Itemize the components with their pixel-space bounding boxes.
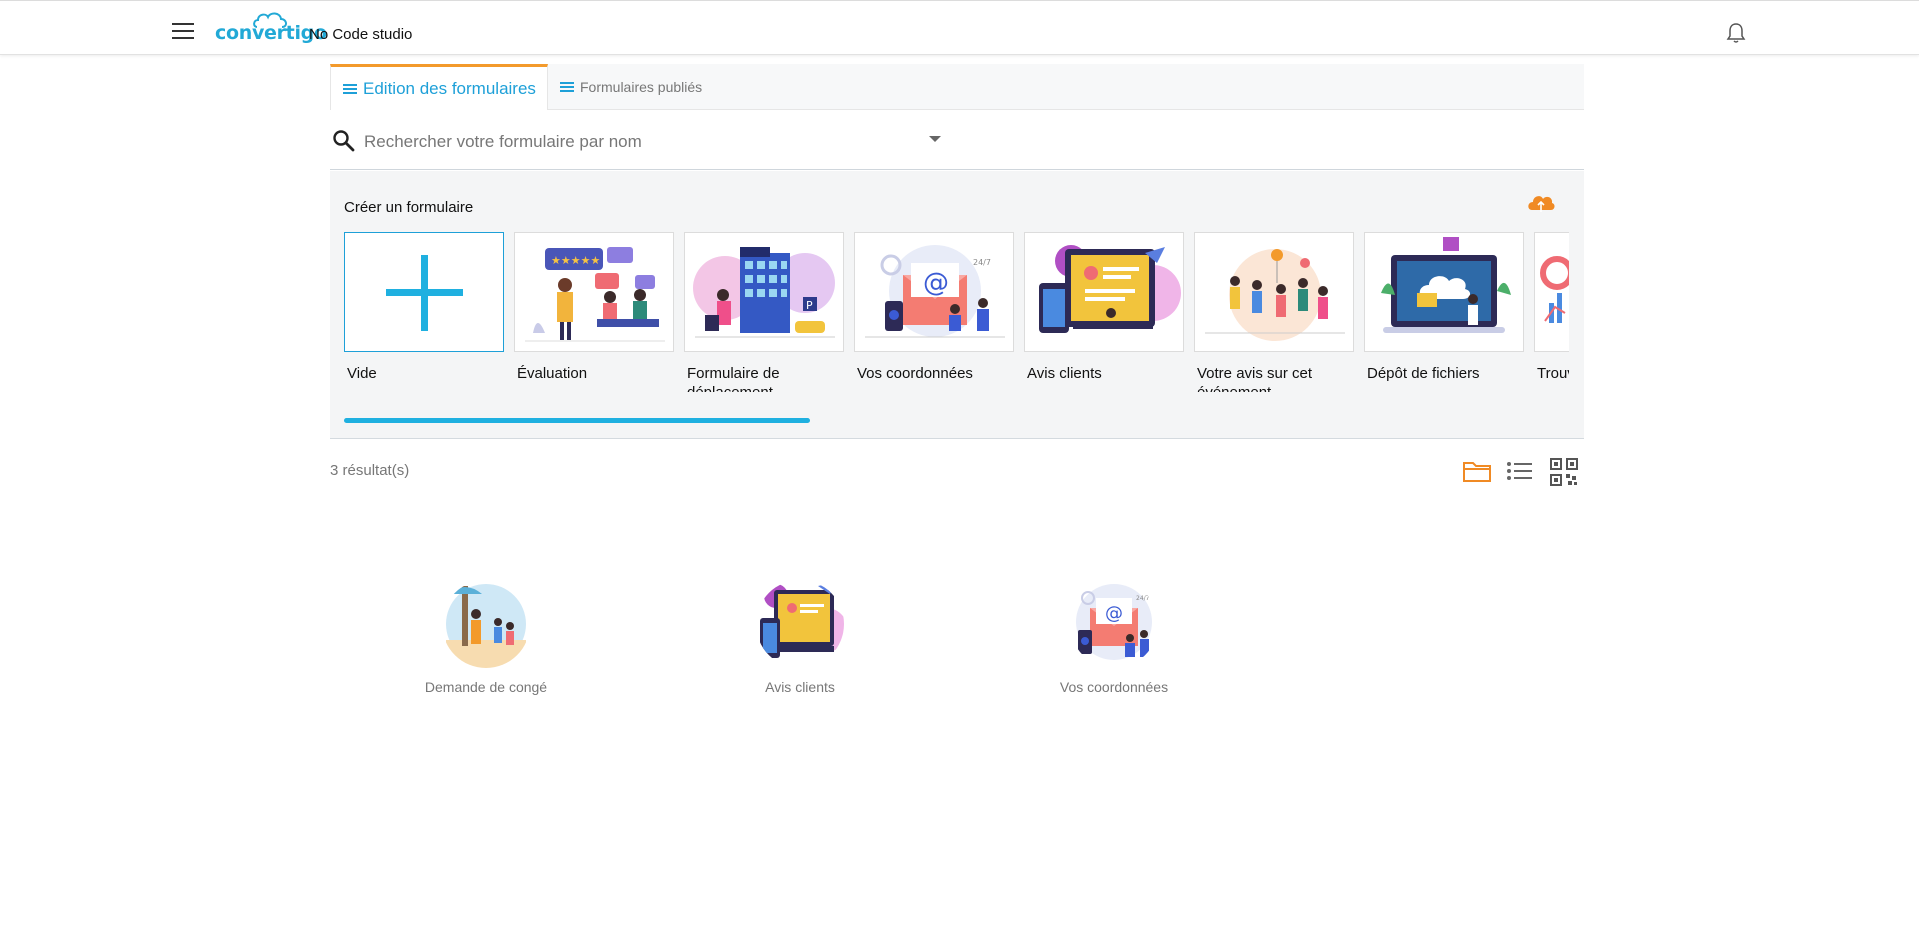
menu-icon[interactable]: [172, 23, 194, 39]
svg-text:24/7: 24/7: [1136, 595, 1150, 602]
create-form-title: Créer un formulaire: [344, 199, 474, 216]
template-label: Vos coordonnées: [857, 365, 973, 382]
template-card-coordonnees[interactable]: 24/7 @ Vos coordonnées: [854, 232, 1014, 383]
template-card-vide[interactable]: Vide: [344, 232, 504, 383]
form-item-name: Vos coordonnées: [1059, 679, 1169, 695]
search-input[interactable]: [362, 128, 926, 156]
template-card-deplacement[interactable]: P Formulaire de déplacement: [684, 232, 844, 392]
template-label: Votre avis sur cet événement: [1197, 365, 1313, 392]
template-label: Évaluation: [517, 365, 588, 382]
email-illustration-icon: 24/7 @: [854, 232, 1014, 352]
list-icon: [560, 80, 574, 94]
chart-illustration-icon: [1534, 232, 1569, 352]
search-bar: [330, 120, 1584, 170]
plus-icon: [344, 232, 504, 352]
svg-text:24/7: 24/7: [973, 258, 991, 267]
results-count: 3 résultat(s): [330, 462, 410, 479]
template-card-avis-clients[interactable]: Avis clients: [1024, 232, 1184, 383]
svg-text:@: @: [923, 268, 949, 298]
form-item-name: Avis clients: [765, 679, 835, 695]
template-label: Trouver un horaire: [1537, 365, 1569, 382]
bell-icon[interactable]: [1726, 22, 1746, 44]
template-label: Formulaire de déplacement: [687, 365, 780, 392]
carousel-scrollbar[interactable]: [344, 418, 810, 423]
template-label: Vide: [347, 365, 377, 382]
template-carousel: Vide ★★★★★ Évaluation P Formulaire de 24…: [344, 232, 1569, 392]
form-item-avis-clients[interactable]: Avis clients: [710, 580, 890, 695]
template-card-evenement[interactable]: Votre avis sur cet événement: [1194, 232, 1354, 392]
template-label: Avis clients: [1027, 365, 1102, 382]
email-illustration-icon: 24/7 @: [1070, 580, 1158, 668]
party-illustration-icon: [1194, 232, 1354, 352]
form-item-name: Demande de congé: [424, 679, 548, 695]
template-card-depot-fichiers[interactable]: Dépôt de fichiers: [1364, 232, 1524, 383]
file-upload-illustration-icon: [1364, 232, 1524, 352]
template-label: Dépôt de fichiers: [1367, 365, 1480, 382]
template-card-horaire[interactable]: Trouver un horaire: [1534, 232, 1569, 383]
list-view-icon[interactable]: [1506, 458, 1534, 484]
svg-text:P: P: [806, 299, 813, 312]
top-bar: convertigo No Code studio: [0, 0, 1919, 55]
logo-cloud-icon: [253, 12, 287, 28]
list-icon: [343, 82, 357, 96]
customer-review-illustration-icon: [1024, 232, 1184, 352]
chevron-down-icon[interactable]: [929, 136, 941, 142]
svg-text:★★★★★: ★★★★★: [551, 254, 600, 267]
form-item-vos-coordonnees[interactable]: 24/7 @ Vos coordonnées: [1024, 580, 1204, 695]
cloud-upload-icon[interactable]: [1526, 192, 1556, 214]
studio-label: No Code studio: [309, 26, 413, 43]
qr-code-icon[interactable]: [1550, 458, 1578, 486]
search-icon: [333, 130, 355, 152]
create-form-panel: Créer un formulaire Vide ★★★★★ Évaluatio…: [330, 171, 1584, 439]
tab-edition-label: Edition des formulaires: [363, 78, 536, 98]
form-item-demande-conge[interactable]: Demande de congé: [396, 580, 576, 695]
tab-published-label: Formulaires publiés: [580, 79, 703, 95]
beach-illustration-icon: [442, 580, 530, 668]
evaluation-illustration-icon: ★★★★★: [514, 232, 674, 352]
folder-view-icon[interactable]: [1462, 458, 1492, 484]
svg-text:@: @: [1105, 603, 1123, 624]
form-tabs: Edition des formulaires Formulaires publ…: [330, 64, 1584, 110]
hotel-illustration-icon: P: [684, 232, 844, 352]
customer-review-illustration-icon: [756, 580, 844, 668]
tab-published[interactable]: Formulaires publiés: [560, 64, 702, 110]
tab-edition[interactable]: Edition des formulaires: [330, 64, 548, 110]
template-card-evaluation[interactable]: ★★★★★ Évaluation: [514, 232, 674, 383]
